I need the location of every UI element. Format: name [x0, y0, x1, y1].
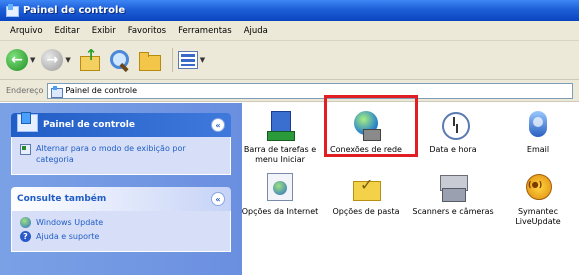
item-label: Data e hora	[429, 145, 477, 154]
menu-exibir[interactable]: Exibir	[86, 26, 122, 36]
menu-favoritos[interactable]: Favoritos	[122, 26, 172, 36]
menu-arquivo[interactable]: Arquivo	[4, 26, 49, 36]
forward-button[interactable]: → ▼	[41, 47, 71, 73]
item-email[interactable]: Email	[497, 111, 579, 155]
section-title: Painel de controle	[43, 120, 135, 130]
toolbar: ← ▼ → ▼ ▼	[0, 41, 579, 80]
see-also-section-header[interactable]: Consulte também «	[11, 187, 231, 211]
help-icon: ?	[20, 231, 31, 242]
link-label: Windows Update	[36, 218, 104, 227]
see-also-section-body: Windows Update ? Ajuda e suporte	[11, 211, 231, 252]
section-title: Consulte também	[17, 194, 107, 204]
content-area: Painel de controle « Alternar para o mod…	[0, 103, 579, 275]
windows-update-icon	[20, 217, 31, 228]
help-support-link[interactable]: ? Ajuda e suporte	[20, 231, 222, 242]
item-taskbar-start-menu[interactable]: Barra de tarefas e menu Iniciar	[239, 111, 321, 165]
menu-bar: Arquivo Editar Exibir Favoritos Ferramen…	[0, 21, 579, 41]
address-bar: Endereço Painel de controle	[0, 80, 579, 102]
menu-ajuda[interactable]: Ajuda	[238, 26, 274, 36]
title-bar: Painel de controle	[0, 0, 579, 21]
item-internet-options[interactable]: Opções da Internet	[239, 173, 321, 217]
item-label: Symantec LiveUpdate	[515, 207, 561, 226]
back-button[interactable]: ← ▼	[6, 47, 35, 73]
dropdown-arrow-icon[interactable]: ▼	[30, 56, 35, 64]
item-label: Barra de tarefas e menu Iniciar	[243, 145, 317, 164]
mail-icon	[523, 111, 553, 141]
item-folder-options[interactable]: Opções de pasta	[325, 173, 407, 217]
control-panel-icon	[5, 4, 19, 17]
address-label: Endereço	[6, 86, 44, 95]
see-also-section: Consulte também « Windows Update ? Ajuda…	[11, 187, 231, 252]
folders-icon	[137, 48, 161, 72]
back-arrow-icon: ←	[6, 49, 28, 71]
collapse-button[interactable]: «	[211, 118, 225, 132]
taskbar-icon	[265, 111, 295, 141]
link-label: Ajuda e suporte	[36, 232, 100, 241]
item-label: Opções de pasta	[332, 207, 400, 216]
search-icon	[107, 48, 131, 72]
menu-editar[interactable]: Editar	[49, 26, 86, 36]
search-button[interactable]	[107, 47, 131, 73]
forward-arrow-icon: →	[41, 49, 64, 71]
item-symantec-liveupdate[interactable]: Symantec LiveUpdate	[497, 173, 579, 227]
item-scanners-cameras[interactable]: Scanners e câmeras	[412, 173, 494, 217]
control-panel-icon	[17, 112, 39, 132]
collapse-button[interactable]: «	[211, 192, 225, 206]
switch-view-icon	[20, 143, 31, 155]
menu-ferramentas[interactable]: Ferramentas	[172, 26, 238, 36]
item-label: Email	[526, 145, 550, 154]
clock-icon	[438, 111, 470, 141]
item-label: Scanners e câmeras	[412, 207, 494, 216]
dropdown-arrow-icon[interactable]: ▼	[65, 56, 70, 64]
switch-view-link[interactable]: Alternar para o modo de exibição por cat…	[20, 143, 222, 165]
up-folder-button[interactable]	[77, 46, 101, 73]
address-field[interactable]: Painel de controle	[47, 82, 573, 99]
windows-update-link[interactable]: Windows Update	[20, 217, 222, 228]
control-panel-section: Painel de controle « Alternar para o mod…	[11, 112, 231, 175]
task-pane: Painel de controle « Alternar para o mod…	[0, 103, 242, 275]
address-value: Painel de controle	[65, 86, 137, 95]
control-panel-section-body: Alternar para o modo de exibição por cat…	[11, 137, 231, 175]
views-icon	[177, 51, 198, 69]
liveupdate-icon	[523, 173, 553, 203]
network-connections-highlight	[324, 95, 418, 157]
views-button[interactable]: ▼	[177, 47, 205, 73]
dropdown-arrow-icon[interactable]: ▼	[200, 56, 205, 64]
item-label: Opções da Internet	[241, 207, 319, 216]
link-label: Alternar para o modo de exibição por cat…	[36, 144, 186, 164]
item-date-time[interactable]: Data e hora	[412, 111, 494, 155]
folders-button[interactable]	[137, 47, 161, 73]
control-panel-section-header[interactable]: Painel de controle «	[11, 112, 231, 137]
window-title: Painel de controle	[23, 5, 126, 16]
control-panel-icon	[51, 85, 64, 98]
up-folder-icon	[77, 46, 101, 72]
scanner-icon	[438, 173, 468, 203]
folder-options-icon	[351, 173, 381, 203]
internet-options-icon	[265, 173, 295, 203]
toolbar-separator	[171, 48, 173, 72]
